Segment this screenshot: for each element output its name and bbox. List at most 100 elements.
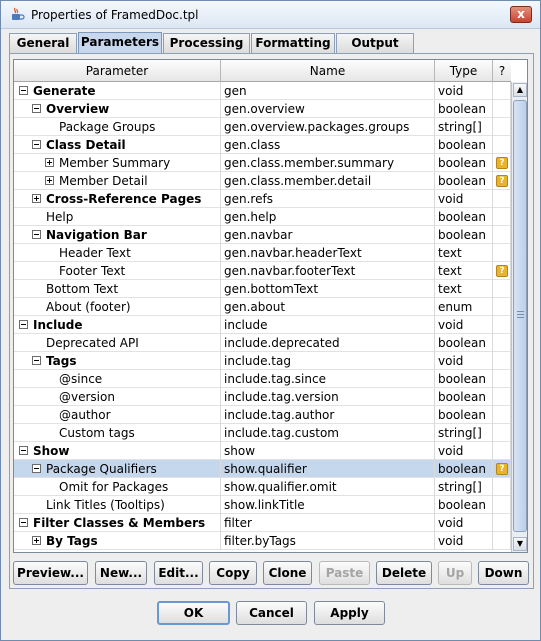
preview-button[interactable]: Preview... <box>13 561 88 585</box>
parameter-type: void <box>435 442 493 460</box>
parameter-name: gen.about <box>221 298 435 316</box>
ok-button[interactable]: OK <box>157 601 230 625</box>
table-row[interactable]: By Tags filter.byTags void <box>14 532 511 550</box>
table-row[interactable]: Class Detail gen.class boolean <box>14 136 511 154</box>
table-row[interactable]: Footer Text gen.navbar.footerText text? <box>14 262 511 280</box>
vertical-scrollbar[interactable]: ▲ ▼ <box>511 82 527 552</box>
expand-icon[interactable] <box>45 176 54 185</box>
parameter-name: gen.overview <box>221 100 435 118</box>
column-header-type[interactable]: Type <box>435 60 493 82</box>
table-row[interactable]: About (footer) gen.about enum <box>14 298 511 316</box>
java-app-icon <box>12 7 25 20</box>
down-button[interactable]: Down <box>478 561 529 585</box>
table-row[interactable]: Navigation Bar gen.navbar boolean <box>14 226 511 244</box>
table-row[interactable]: Header Text gen.navbar.headerText text <box>14 244 511 262</box>
collapse-icon[interactable] <box>19 86 28 95</box>
apply-button[interactable]: Apply <box>314 601 385 625</box>
table-row[interactable]: Overview gen.overview boolean <box>14 100 511 118</box>
parameter-type: void <box>435 532 493 550</box>
help-icon[interactable]: ? <box>496 265 508 277</box>
parameter-name: include.tag.since <box>221 370 435 388</box>
table-row[interactable]: @author include.tag.author boolean <box>14 406 511 424</box>
table-row[interactable]: Bottom Text gen.bottomText text <box>14 280 511 298</box>
help-icon[interactable]: ? <box>496 175 508 187</box>
grip-icon <box>517 311 524 318</box>
parameter-type: boolean <box>435 154 493 172</box>
table-row[interactable]: Package Groups gen.overview.packages.grou… <box>14 118 511 136</box>
table-row[interactable]: Deprecated API include.deprecated boolean <box>14 334 511 352</box>
expand-icon[interactable] <box>32 194 41 203</box>
copy-button[interactable]: Copy <box>209 561 257 585</box>
collapse-icon[interactable] <box>32 230 41 239</box>
table-row-selected[interactable]: Package Qualifiers show.qualifier boolean? <box>14 460 511 478</box>
table-row[interactable]: @version include.tag.version boolean <box>14 388 511 406</box>
column-header-name[interactable]: Name <box>221 60 435 82</box>
table-row[interactable]: Help gen.help boolean <box>14 208 511 226</box>
help-icon[interactable]: ? <box>496 157 508 169</box>
tab-output-file[interactable]: Output File <box>336 33 414 68</box>
new-button[interactable]: New... <box>95 561 147 585</box>
parameter-name: gen.navbar <box>221 226 435 244</box>
paste-button[interactable]: Paste <box>319 561 370 585</box>
scroll-up-arrow-icon[interactable]: ▲ <box>513 83 527 97</box>
title-bar: Properties of FramedDoc.tpl x <box>1 1 540 29</box>
parameter-label: By Tags <box>46 534 98 548</box>
parameter-name: filter <box>221 514 435 532</box>
table-row[interactable]: Filter Classes & Members filter void <box>14 514 511 532</box>
edit-button[interactable]: Edit... <box>154 561 203 585</box>
help-icon[interactable]: ? <box>496 463 508 475</box>
parameters-table: Parameter Name Type ? Generate gen void Ov… <box>13 59 528 553</box>
parameter-label: @since <box>59 372 103 386</box>
tab-formatting[interactable]: Formatting <box>251 33 335 53</box>
table-row[interactable]: @since include.tag.since boolean <box>14 370 511 388</box>
clone-button[interactable]: Clone <box>263 561 312 585</box>
parameter-type: void <box>435 352 493 370</box>
table-row[interactable]: Include include void <box>14 316 511 334</box>
parameter-name: show <box>221 442 435 460</box>
table-row[interactable]: Tags include.tag void <box>14 352 511 370</box>
table-row[interactable]: Cross-Reference Pages gen.refs void <box>14 190 511 208</box>
table-row[interactable]: Show show void <box>14 442 511 460</box>
collapse-icon[interactable] <box>32 356 41 365</box>
collapse-icon[interactable] <box>32 140 41 149</box>
parameter-type: string[] <box>435 424 493 442</box>
tab-parameters[interactable]: Parameters <box>78 32 162 54</box>
parameter-type: boolean <box>435 226 493 244</box>
table-row[interactable]: Member Detail gen.class.member.detail bool… <box>14 172 511 190</box>
parameter-type: string[] <box>435 118 493 136</box>
collapse-icon[interactable] <box>19 518 28 527</box>
parameter-label: Member Detail <box>59 174 148 188</box>
column-header-parameter[interactable]: Parameter <box>14 60 221 82</box>
table-row[interactable]: Link Titles (Tooltips) show.linkTitle bool… <box>14 496 511 514</box>
scroll-down-arrow-icon[interactable]: ▼ <box>513 537 527 551</box>
expand-icon[interactable] <box>45 158 54 167</box>
cancel-button[interactable]: Cancel <box>236 601 307 625</box>
parameter-label: Cross-Reference Pages <box>46 192 202 206</box>
parameter-type: boolean <box>435 100 493 118</box>
table-row[interactable]: Omit for Packages show.qualifier.omit stri… <box>14 478 511 496</box>
table-row[interactable]: Member Summary gen.class.member.summary bo… <box>14 154 511 172</box>
tab-processing[interactable]: Processing <box>163 33 250 53</box>
collapse-icon[interactable] <box>32 464 41 473</box>
delete-button[interactable]: Delete <box>376 561 432 585</box>
close-button[interactable]: x <box>510 6 532 23</box>
collapse-icon[interactable] <box>32 104 41 113</box>
parameter-name: include.tag.author <box>221 406 435 424</box>
column-header-help[interactable]: ? <box>493 60 511 82</box>
parameter-type: text <box>435 244 493 262</box>
tab-general[interactable]: General <box>9 33 77 53</box>
parameter-name: gen.class <box>221 136 435 154</box>
expand-icon[interactable] <box>32 536 41 545</box>
scroll-thumb[interactable] <box>513 100 527 532</box>
parameter-label: @author <box>59 408 111 422</box>
parameter-name: gen.class.member.summary <box>221 154 435 172</box>
parameter-label: Help <box>46 210 74 224</box>
collapse-icon[interactable] <box>19 446 28 455</box>
collapse-icon[interactable] <box>19 320 28 329</box>
parameter-label: Overview <box>46 102 110 116</box>
table-row[interactable]: Custom tags include.tag.custom string[] <box>14 424 511 442</box>
parameter-type: boolean <box>435 370 493 388</box>
up-button[interactable]: Up <box>438 561 472 585</box>
parameter-type: boolean <box>435 406 493 424</box>
table-row[interactable]: Generate gen void <box>14 82 511 100</box>
